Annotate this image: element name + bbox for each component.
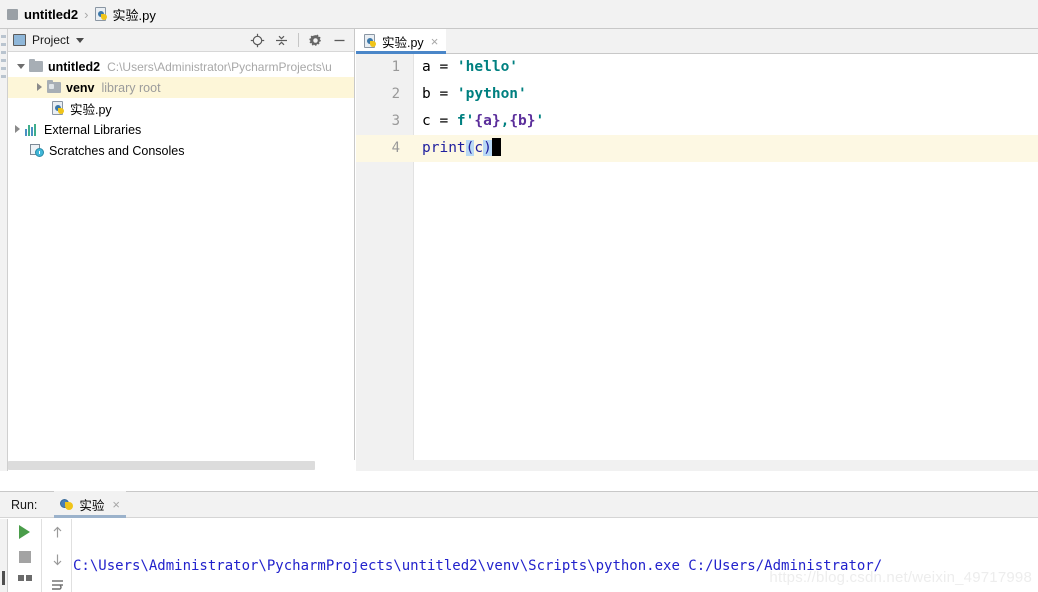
code-token: c — [474, 140, 484, 156]
left-tool-window-bar[interactable] — [0, 29, 8, 471]
scrollbar-thumb[interactable] — [8, 461, 315, 470]
run-tab-shiyan[interactable]: 实验 × — [54, 491, 127, 518]
breadcrumb-file-label: 实验.py — [112, 7, 156, 23]
stop-button[interactable] — [18, 551, 31, 563]
code-token: {b} — [509, 113, 536, 129]
code-token: 'python' — [456, 86, 527, 102]
close-icon[interactable]: × — [112, 498, 120, 511]
next-occurrence-button[interactable] — [50, 552, 65, 567]
folder-icon — [29, 59, 43, 72]
thread-dump-button[interactable] — [17, 575, 32, 581]
python-file-icon — [94, 6, 109, 22]
run-tab-label: 实验 — [79, 499, 105, 513]
editor-tab-bar: 实验.py × — [356, 29, 1038, 54]
code-token: print — [422, 140, 466, 156]
close-icon[interactable]: × — [431, 35, 439, 48]
editor-horizontal-scrollbar[interactable] — [356, 460, 1038, 471]
code-line-2[interactable]: 2 b = 'python' — [356, 81, 1038, 108]
project-panel-header: Project — [8, 29, 354, 52]
line-number: 1 — [391, 59, 400, 75]
run-button[interactable] — [19, 525, 30, 539]
watermark: https://blog.csdn.net/weixin_49717998 — [769, 569, 1032, 586]
chevron-down-icon[interactable] — [76, 37, 85, 43]
breadcrumb: untitled2 › 实验.py — [0, 0, 1038, 29]
code-token: c = — [422, 113, 457, 129]
code-line-4[interactable]: 4 print(c) — [356, 135, 1038, 162]
collapse-all-icon[interactable] — [274, 33, 289, 48]
tree-node-label: External Libraries — [44, 122, 142, 137]
run-tool-window: Run: 实验 × C:\Users\Administrator\Pycharm… — [0, 471, 1038, 592]
editor-tab-shiyan-py[interactable]: 实验.py × — [356, 29, 446, 54]
run-panel-label: Run: — [11, 497, 38, 512]
tree-node-untitled2[interactable]: untitled2 C:\Users\Administrator\Pycharm… — [8, 56, 354, 77]
folder-venv-icon — [47, 80, 61, 93]
code-token: 'hello' — [456, 59, 519, 75]
code-token-matched-brace: ) — [483, 140, 492, 156]
chevron-down-icon[interactable] — [16, 61, 27, 72]
tree-node-label: venv — [66, 80, 95, 95]
tree-node-venv[interactable]: venv library root — [8, 77, 354, 98]
code-token: {a} — [474, 113, 501, 129]
code-token: b = — [422, 86, 457, 102]
tree-node-scratches-and-consoles[interactable]: Scratches and Consoles — [8, 140, 354, 161]
tree-node-external-libraries[interactable]: External Libraries — [8, 119, 354, 140]
locate-icon[interactable] — [250, 33, 265, 48]
code-token: a = — [422, 59, 457, 75]
libraries-icon — [25, 123, 39, 136]
breadcrumb-module-label: untitled2 — [24, 6, 79, 22]
breadcrumb-separator: › — [84, 6, 89, 22]
tree-node-label: Scratches and Consoles — [49, 143, 185, 158]
project-tool-window: Project untitled2 C:\Users\Administrator… — [8, 29, 355, 471]
soft-wrap-button[interactable] — [50, 579, 65, 591]
code-token: ' — [535, 113, 545, 129]
line-number: 3 — [391, 113, 400, 129]
code-line-content: b = 'python' — [422, 81, 527, 108]
code-line-content: print(c) — [422, 135, 501, 162]
project-tree: untitled2 C:\Users\Administrator\Pycharm… — [8, 52, 354, 161]
tree-node-path: C:\Users\Administrator\PycharmProjects\u — [107, 59, 332, 74]
pycharm-window: untitled2 › 实验.py Project untitled2 C:\U… — [0, 0, 1038, 592]
code-line-3[interactable]: 3 c = f'{a},{b}' — [356, 108, 1038, 135]
run-panel-header: Run: 实验 × — [0, 491, 1038, 518]
python-icon — [60, 497, 75, 512]
breadcrumb-item-module[interactable]: untitled2 — [7, 0, 78, 28]
code-token: f' — [456, 113, 475, 129]
project-panel-title: Project — [32, 33, 70, 47]
line-number: 2 — [391, 86, 400, 102]
project-horizontal-scrollbar[interactable] — [8, 460, 355, 471]
breadcrumb-item-file[interactable]: 实验.py — [94, 0, 156, 28]
editor-area: 实验.py × 1 a = 'hello' 2 b = 'python' 3 c… — [356, 29, 1038, 471]
run-toolbar — [9, 519, 72, 592]
editor-tab-label: 实验.py — [382, 36, 424, 50]
run-left-tool-bar[interactable] — [0, 519, 8, 592]
chevron-right-icon[interactable] — [34, 82, 45, 93]
tree-node-label: 实验.py — [70, 103, 112, 117]
code-line-content: c = f'{a},{b}' — [422, 108, 544, 135]
toolbar-divider — [298, 33, 299, 47]
tree-node-note: library root — [101, 80, 161, 95]
previous-occurrence-button[interactable] — [50, 525, 65, 540]
code-editor[interactable]: 1 a = 'hello' 2 b = 'python' 3 c = f'{a}… — [356, 54, 1038, 471]
chevron-right-icon[interactable] — [12, 124, 23, 135]
python-file-icon — [364, 34, 378, 49]
text-caret — [491, 138, 501, 156]
code-line-1[interactable]: 1 a = 'hello' — [356, 54, 1038, 81]
scratches-icon — [30, 144, 44, 157]
minimize-icon[interactable] — [332, 33, 347, 48]
tree-node-shiyan-py[interactable]: 实验.py — [8, 98, 354, 119]
gear-icon[interactable] — [308, 33, 323, 48]
line-number: 4 — [391, 140, 400, 156]
tree-node-label: untitled2 — [48, 59, 101, 74]
python-file-icon — [52, 101, 66, 116]
code-line-content: a = 'hello' — [422, 54, 518, 81]
module-icon — [7, 8, 18, 20]
project-window-icon — [13, 34, 26, 46]
